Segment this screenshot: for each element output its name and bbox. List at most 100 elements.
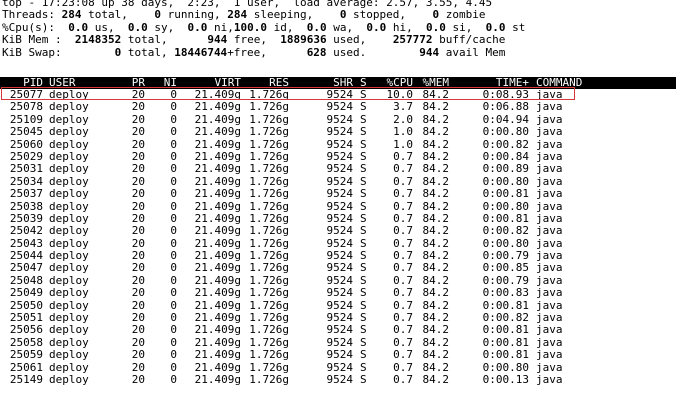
process-cell-ni: 0 [170, 125, 177, 139]
process-cell-virt: 21.409g [194, 348, 241, 362]
mem-free-label: free, [227, 33, 267, 47]
swap-label: KiB Swap: [2, 45, 62, 59]
process-cell-ni: 0 [170, 224, 177, 238]
process-cell-res: 1.726g [249, 100, 289, 114]
cpu-label: %Cpu(s): [2, 20, 55, 34]
process-cell-cmd: java [536, 323, 563, 337]
process-cell-pid: 25149 [9, 372, 43, 386]
process-cell-pr: 20 [131, 100, 145, 114]
process-cell-cpu: 0.7 [393, 372, 413, 386]
process-cell-cpu: 3.7 [393, 100, 413, 114]
process-cell-s: S [360, 125, 367, 139]
process-cell-res: 1.726g [249, 261, 289, 275]
process-cell-time: 0:00.81 [482, 187, 529, 201]
process-cell-mem: 84.2 [422, 372, 450, 386]
process-cell-ni: 0 [170, 348, 177, 362]
process-row: 25078 deploy 20 0 21.409g 1.726g 9524 S 3.7 84.2 0… [0, 100, 676, 114]
cpu-us: 0.0 [68, 20, 89, 34]
process-cell-pid: 25037 [9, 187, 43, 201]
cpu-sy: 0.0 [127, 20, 148, 34]
process-cell-cpu: 0.7 [393, 187, 413, 201]
process-cell-user: deploy [49, 125, 89, 139]
process-cell-time: 0:06.88 [482, 100, 529, 114]
mem-total-label: total, [121, 33, 168, 47]
process-cell-mem: 84.2 [422, 323, 450, 337]
cpu-ni: 0.0 [187, 20, 208, 34]
process-cell-virt: 21.409g [194, 323, 241, 337]
cpu-wa: 0.0 [306, 20, 327, 34]
process-cell-cmd: java [536, 100, 563, 114]
process-cell-pid: 25047 [9, 261, 43, 275]
process-cell-time: 0:00.13 [482, 372, 529, 386]
process-cell-pid: 25056 [9, 323, 43, 337]
process-cell-pr: 20 [131, 187, 145, 201]
process-cell-time: 0:00.81 [482, 348, 529, 362]
process-cell-mem: 84.2 [422, 286, 450, 300]
process-cell-shr: 9524 [326, 348, 354, 362]
threads-total-label: total, [81, 8, 128, 22]
swap-total-label: total, [121, 45, 168, 59]
threads-sleeping-label: sleeping, [247, 8, 314, 22]
process-cell-virt: 21.409g [194, 100, 241, 114]
process-cell-user: deploy [49, 348, 89, 362]
process-cell-res: 1.726g [249, 187, 289, 201]
process-cell-ni: 0 [170, 162, 177, 176]
mem-buff-label: buff/cache [432, 33, 506, 47]
process-cell-cmd: java [536, 162, 563, 176]
process-cell-cmd: java [536, 187, 563, 201]
process-cell-shr: 9524 [326, 224, 354, 238]
process-cell-pid: 25078 [9, 100, 43, 114]
process-row: 25059 deploy 20 0 21.409g 1.726g 9524 S 0.7 84.2 0… [0, 348, 676, 362]
process-cell-cpu: 0.7 [393, 162, 413, 176]
process-cell-cpu: 0.7 [393, 224, 413, 238]
mem-label: KiB Mem : [2, 33, 62, 47]
process-cell-res: 1.726g [249, 323, 289, 337]
process-row: 25149 deploy 20 0 21.409g 1.726g 9524 S 0.7 84.2 0… [0, 372, 676, 386]
process-cell-time: 0:00.83 [482, 286, 529, 300]
process-cell-user: deploy [49, 162, 89, 176]
process-cell-ni: 0 [170, 286, 177, 300]
cpu-ni-label: ni, [207, 20, 234, 34]
process-cell-res: 1.726g [249, 372, 289, 386]
process-cell-pid: 25042 [9, 224, 43, 238]
process-cell-pr: 20 [131, 372, 145, 386]
process-cell-s: S [360, 187, 367, 201]
process-row: 25045 deploy 20 0 21.409g 1.726g 9524 S 1.0 84.2 0… [0, 125, 676, 139]
swap-avail-label: avail Mem [439, 45, 506, 59]
process-cell-shr: 9524 [326, 286, 354, 300]
process-cell-cmd: java [536, 125, 563, 139]
process-cell-virt: 21.409g [194, 125, 241, 139]
swap-free: 18446744 [174, 45, 228, 59]
process-cell-mem: 84.2 [422, 125, 450, 139]
process-row: 25049 deploy 20 0 21.409g 1.726g 9524 S 0.7 84.2 0… [0, 286, 676, 300]
process-cell-s: S [360, 372, 367, 386]
process-cell-cpu: 1.0 [393, 125, 413, 139]
process-list: 25077 deploy 20 0 21.409g 1.726g 9524 S 10.0 84.2… [0, 88, 676, 386]
process-cell-cpu: 0.7 [393, 286, 413, 300]
cpu-id: 100.0 [233, 20, 267, 34]
process-cell-res: 1.726g [249, 125, 289, 139]
process-cell-ni: 0 [170, 261, 177, 275]
process-cell-pr: 20 [131, 261, 145, 275]
process-cell-ni: 0 [170, 187, 177, 201]
process-cell-virt: 21.409g [194, 187, 241, 201]
swap-used-label: used. [326, 45, 367, 59]
threads-stopped-label: stopped, [346, 8, 407, 22]
process-cell-user: deploy [49, 323, 89, 337]
process-cell-virt: 21.409g [194, 286, 241, 300]
process-cell-cpu: 0.7 [393, 323, 413, 337]
process-cell-shr: 9524 [326, 261, 354, 275]
process-cell-virt: 21.409g [194, 372, 241, 386]
process-cell-pid: 25059 [9, 348, 43, 362]
process-cell-time: 0:00.82 [482, 224, 529, 238]
process-cell-ni: 0 [170, 372, 177, 386]
process-cell-mem: 84.2 [422, 162, 450, 176]
cpu-us-label: us, [88, 20, 115, 34]
process-cell-mem: 84.2 [422, 261, 450, 275]
cpu-sy-label: sy, [147, 20, 175, 34]
process-cell-shr: 9524 [326, 372, 354, 386]
threads-running-label: running, [160, 8, 221, 22]
process-cell-s: S [360, 224, 367, 238]
process-cell-res: 1.726g [249, 286, 289, 300]
process-cell-time: 0:00.89 [482, 162, 529, 176]
